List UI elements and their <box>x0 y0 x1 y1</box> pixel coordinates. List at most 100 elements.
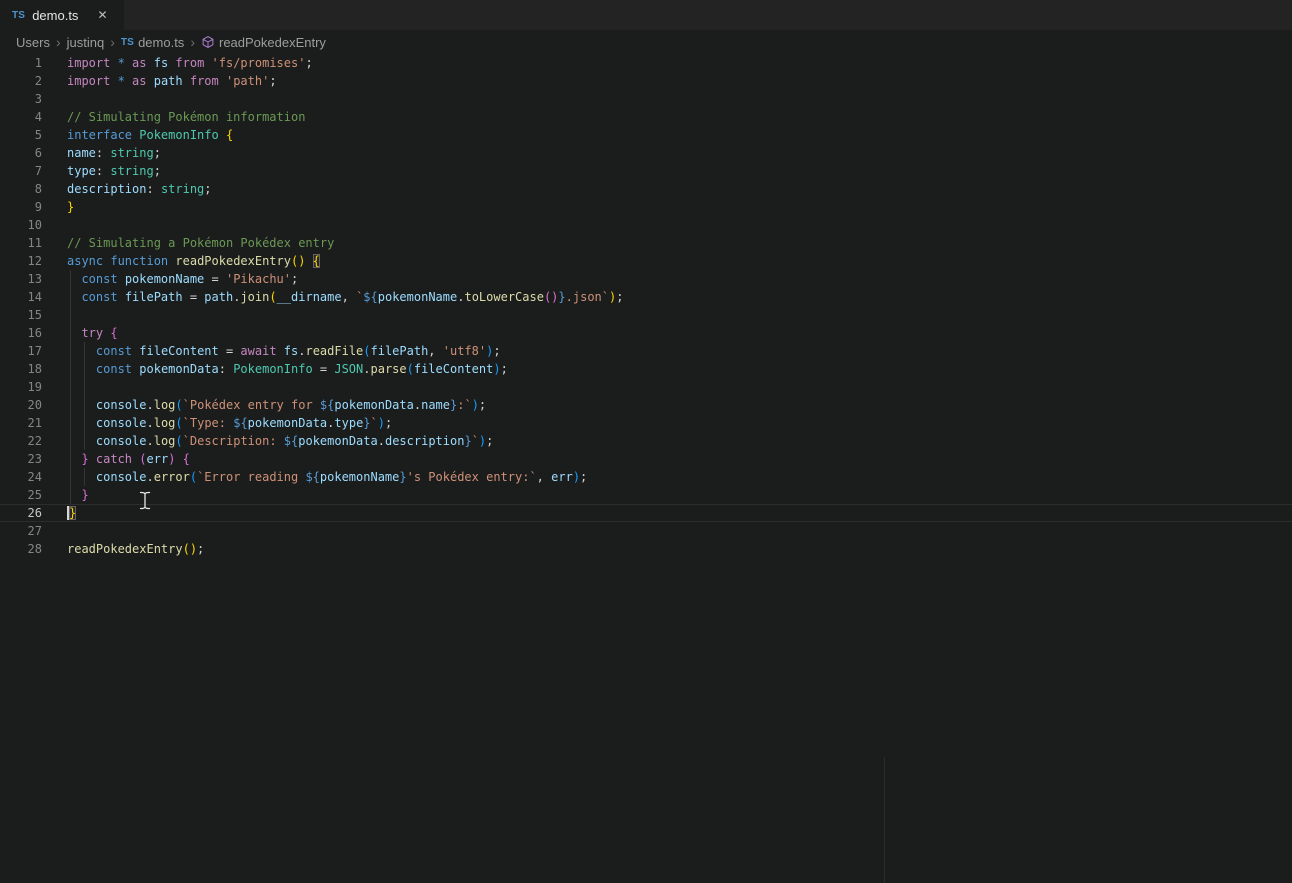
line-number[interactable]: 13 <box>0 270 42 288</box>
code-line[interactable]: 4// Simulating Pokémon information <box>0 108 1292 126</box>
line-number[interactable]: 22 <box>0 432 42 450</box>
code-line[interactable]: 9} <box>0 198 1292 216</box>
typescript-file-icon: TS <box>121 37 134 48</box>
code-text <box>42 378 67 396</box>
code-text: readPokedexEntry(); <box>42 540 204 558</box>
line-number[interactable]: 3 <box>0 90 42 108</box>
code-text: type: string; <box>42 162 161 180</box>
line-number[interactable]: 5 <box>0 126 42 144</box>
code-line[interactable]: 8description: string; <box>0 180 1292 198</box>
code-text: console.log(`Description: ${pokemonData.… <box>42 432 493 450</box>
code-text <box>42 522 67 540</box>
breadcrumb-item-file[interactable]: TS demo.ts <box>121 35 184 50</box>
code-text <box>42 216 67 234</box>
code-text: } catch (err) { <box>42 450 190 468</box>
code-line[interactable]: 24 console.error(`Error reading ${pokemo… <box>0 468 1292 486</box>
code-line[interactable]: 11// Simulating a Pokémon Pokédex entry <box>0 234 1292 252</box>
line-number[interactable]: 14 <box>0 288 42 306</box>
symbol-method-cube-icon <box>201 35 215 49</box>
code-line[interactable]: 12async function readPokedexEntry() { <box>0 252 1292 270</box>
line-number[interactable]: 25 <box>0 486 42 504</box>
code-line[interactable]: 2import * as path from 'path'; <box>0 72 1292 90</box>
line-number[interactable]: 18 <box>0 360 42 378</box>
code-line[interactable]: 27 <box>0 522 1292 540</box>
code-line[interactable]: 16 try { <box>0 324 1292 342</box>
code-text: // Simulating Pokémon information <box>42 108 305 126</box>
line-number[interactable]: 21 <box>0 414 42 432</box>
line-number[interactable]: 15 <box>0 306 42 324</box>
chevron-right-icon: › <box>190 34 195 50</box>
line-number[interactable]: 12 <box>0 252 42 270</box>
code-line[interactable]: 10 <box>0 216 1292 234</box>
editor[interactable]: 1import * as fs from 'fs/promises';2impo… <box>0 54 1292 883</box>
code-line[interactable]: 14 const filePath = path.join(__dirname,… <box>0 288 1292 306</box>
code-line[interactable]: 5interface PokemonInfo { <box>0 126 1292 144</box>
faint-divider <box>884 757 885 883</box>
code-line[interactable]: 17 const fileContent = await fs.readFile… <box>0 342 1292 360</box>
code-text: const pokemonData: PokemonInfo = JSON.pa… <box>42 360 508 378</box>
code-line[interactable]: 26} <box>0 504 1292 522</box>
code-text: } <box>42 504 76 522</box>
tab-bar: TS demo.ts ✕ <box>0 0 1292 30</box>
code-text: import * as path from 'path'; <box>42 72 277 90</box>
line-number[interactable]: 27 <box>0 522 42 540</box>
code-text: console.log(`Type: ${pokemonData.type}`)… <box>42 414 392 432</box>
line-number[interactable]: 20 <box>0 396 42 414</box>
line-number[interactable]: 16 <box>0 324 42 342</box>
tab-demo-ts[interactable]: TS demo.ts ✕ <box>0 0 124 30</box>
code-line[interactable]: 6name: string; <box>0 144 1292 162</box>
line-number[interactable]: 8 <box>0 180 42 198</box>
breadcrumb-item-symbol[interactable]: readPokedexEntry <box>201 35 326 50</box>
line-number[interactable]: 10 <box>0 216 42 234</box>
code-text: interface PokemonInfo { <box>42 126 233 144</box>
code-line[interactable]: 18 const pokemonData: PokemonInfo = JSON… <box>0 360 1292 378</box>
line-number[interactable]: 6 <box>0 144 42 162</box>
code-text: async function readPokedexEntry() { <box>42 252 320 270</box>
tab-title: demo.ts <box>32 8 78 23</box>
code-text: const fileContent = await fs.readFile(fi… <box>42 342 501 360</box>
code-line[interactable]: 25 } <box>0 486 1292 504</box>
code-text: import * as fs from 'fs/promises'; <box>42 54 313 72</box>
line-number[interactable]: 7 <box>0 162 42 180</box>
code-text: console.error(`Error reading ${pokemonNa… <box>42 468 587 486</box>
close-tab-icon[interactable]: ✕ <box>97 9 107 21</box>
line-number[interactable]: 1 <box>0 54 42 72</box>
breadcrumb-item-justinq[interactable]: justinq <box>67 35 105 50</box>
code-text: const filePath = path.join(__dirname, `$… <box>42 288 623 306</box>
line-number[interactable]: 19 <box>0 378 42 396</box>
code-lines[interactable]: 1import * as fs from 'fs/promises';2impo… <box>0 54 1292 558</box>
code-line[interactable]: 23 } catch (err) { <box>0 450 1292 468</box>
code-text <box>42 90 67 108</box>
code-text: } <box>42 486 89 504</box>
code-line[interactable]: 13 const pokemonName = 'Pikachu'; <box>0 270 1292 288</box>
code-text: name: string; <box>42 144 161 162</box>
code-line[interactable]: 22 console.log(`Description: ${pokemonDa… <box>0 432 1292 450</box>
line-number[interactable]: 11 <box>0 234 42 252</box>
code-line[interactable]: 28readPokedexEntry(); <box>0 540 1292 558</box>
code-line[interactable]: 1import * as fs from 'fs/promises'; <box>0 54 1292 72</box>
chevron-right-icon: › <box>110 34 115 50</box>
code-text: description: string; <box>42 180 212 198</box>
code-text: } <box>42 198 74 216</box>
line-number[interactable]: 2 <box>0 72 42 90</box>
code-line[interactable]: 3 <box>0 90 1292 108</box>
line-number[interactable]: 28 <box>0 540 42 558</box>
line-number[interactable]: 4 <box>0 108 42 126</box>
code-text: console.log(`Pokédex entry for ${pokemon… <box>42 396 486 414</box>
line-number[interactable]: 23 <box>0 450 42 468</box>
code-line[interactable]: 19 <box>0 378 1292 396</box>
typescript-file-icon: TS <box>12 10 25 21</box>
code-text <box>42 306 67 324</box>
code-line[interactable]: 7type: string; <box>0 162 1292 180</box>
code-text: // Simulating a Pokémon Pokédex entry <box>42 234 334 252</box>
code-line[interactable]: 21 console.log(`Type: ${pokemonData.type… <box>0 414 1292 432</box>
code-line[interactable]: 20 console.log(`Pokédex entry for ${poke… <box>0 396 1292 414</box>
line-number[interactable]: 17 <box>0 342 42 360</box>
chevron-right-icon: › <box>56 34 61 50</box>
line-number[interactable]: 9 <box>0 198 42 216</box>
line-number[interactable]: 24 <box>0 468 42 486</box>
code-text: const pokemonName = 'Pikachu'; <box>42 270 298 288</box>
code-line[interactable]: 15 <box>0 306 1292 324</box>
breadcrumb-item-users[interactable]: Users <box>16 35 50 50</box>
line-number[interactable]: 26 <box>0 504 42 522</box>
